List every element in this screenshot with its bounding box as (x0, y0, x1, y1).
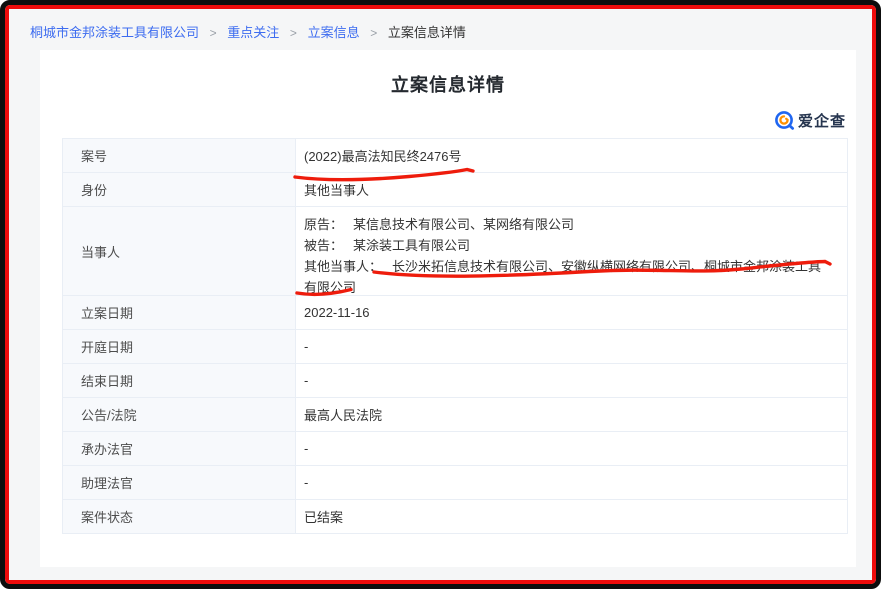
presiding-judge-value: - (296, 432, 847, 465)
end-date-value: - (296, 364, 847, 397)
case-status-value: 已结案 (296, 500, 847, 533)
breadcrumb-key-focus-link[interactable]: 重点关注 (227, 25, 279, 40)
case-detail-card: 立案信息详情 爱企查 案号 (2022)最高法知民终2476号 身份 其他当事人 (40, 50, 856, 567)
table-row-court: 公告/法院 最高人民法院 (63, 398, 847, 432)
row-label: 助理法官 (63, 466, 296, 499)
table-row-hearing-date: 开庭日期 - (63, 330, 847, 364)
row-label: 公告/法院 (63, 398, 296, 431)
aiqicha-logo-text: 爱企查 (798, 110, 846, 131)
row-label: 立案日期 (63, 296, 296, 329)
case-number-value: (2022)最高法知民终2476号 (296, 139, 847, 172)
row-label: 当事人 (63, 207, 296, 295)
table-row-identity: 身份 其他当事人 (63, 173, 847, 207)
party-names: 某信息技术有限公司、某网络有限公司 (353, 217, 574, 232)
identity-value: 其他当事人 (296, 173, 847, 206)
assistant-judge-value: - (296, 466, 847, 499)
aiqicha-magnifier-icon (774, 110, 795, 131)
table-row-presiding-judge: 承办法官 - (63, 432, 847, 466)
party-role: 被告： (304, 238, 343, 253)
row-label: 案件状态 (63, 500, 296, 533)
page-title: 立案信息详情 (40, 71, 856, 97)
breadcrumb-case-filing-link[interactable]: 立案信息 (308, 25, 360, 40)
aiqicha-logo[interactable]: 爱企查 (774, 110, 846, 131)
breadcrumb-current-page: 立案信息详情 (388, 25, 466, 40)
party-role: 原告： (304, 217, 343, 232)
filing-date-value: 2022-11-16 (296, 296, 847, 329)
table-row-parties: 当事人 原告： 某信息技术有限公司、某网络有限公司 被告： 某涂装工具有限公司 其他… (63, 207, 847, 296)
case-detail-page: 桐城市金邦涂装工具有限公司 > 重点关注 > 立案信息 > 立案信息详情 立案信… (9, 9, 872, 580)
row-label: 身份 (63, 173, 296, 206)
table-row-end-date: 结束日期 - (63, 364, 847, 398)
breadcrumb-separator: > (210, 26, 217, 40)
row-label: 案号 (63, 139, 296, 172)
hearing-date-value: - (296, 330, 847, 363)
row-label: 开庭日期 (63, 330, 296, 363)
breadcrumb-separator: > (290, 26, 297, 40)
party-role: 其他当事人： (304, 259, 382, 274)
red-annotation-border: 桐城市金邦涂装工具有限公司 > 重点关注 > 立案信息 > 立案信息详情 立案信… (5, 5, 876, 584)
other-parties-line: 其他当事人：长沙米拓信息技术有限公司、安徽纵横网络有限公司、桐城市金邦涂装工具有… (304, 256, 833, 298)
table-row-assistant-judge: 助理法官 - (63, 466, 847, 500)
defendant-line: 被告： 某涂装工具有限公司 (304, 235, 833, 256)
parties-value: 原告： 某信息技术有限公司、某网络有限公司 被告： 某涂装工具有限公司 其他当事人：… (296, 207, 847, 295)
breadcrumb-company-link[interactable]: 桐城市金邦涂装工具有限公司 (30, 25, 199, 40)
table-row-filing-date: 立案日期 2022-11-16 (63, 296, 847, 330)
party-names: 某涂装工具有限公司 (353, 238, 470, 253)
case-info-table: 案号 (2022)最高法知民终2476号 身份 其他当事人 当事人 原告： 某信息… (62, 138, 848, 534)
row-label: 承办法官 (63, 432, 296, 465)
plaintiff-line: 原告： 某信息技术有限公司、某网络有限公司 (304, 214, 833, 235)
breadcrumb: 桐城市金邦涂装工具有限公司 > 重点关注 > 立案信息 > 立案信息详情 (30, 22, 466, 41)
row-label: 结束日期 (63, 364, 296, 397)
screenshot-frame: 桐城市金邦涂装工具有限公司 > 重点关注 > 立案信息 > 立案信息详情 立案信… (0, 0, 881, 589)
table-row-case-number: 案号 (2022)最高法知民终2476号 (63, 139, 847, 173)
court-value: 最高人民法院 (296, 398, 847, 431)
table-row-case-status: 案件状态 已结案 (63, 500, 847, 534)
breadcrumb-separator: > (370, 26, 377, 40)
